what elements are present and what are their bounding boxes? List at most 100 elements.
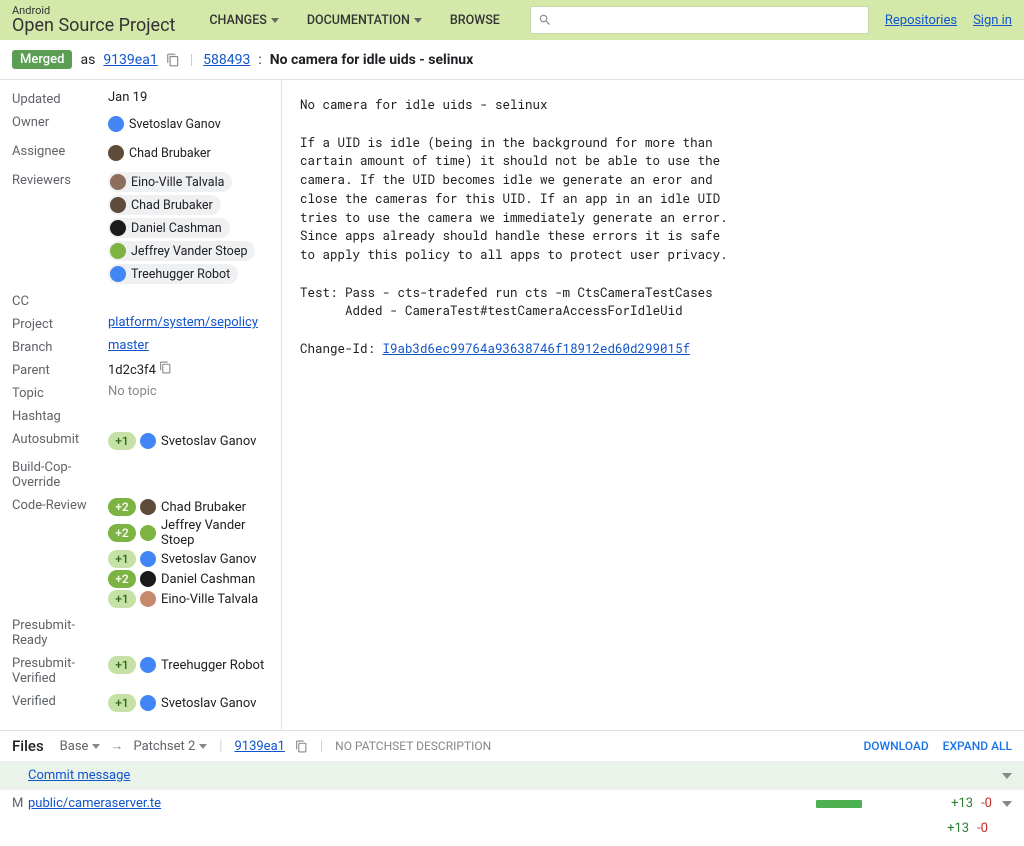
avatar — [140, 551, 156, 567]
reviewer-chip[interactable]: Eino-Ville Talvala — [108, 172, 232, 192]
reviewer-chip[interactable]: Chad Brubaker — [108, 195, 221, 215]
avatar — [108, 116, 124, 132]
commit-link[interactable]: 9139ea1 — [103, 52, 157, 68]
reviewer-chip[interactable]: Treehugger Robot — [108, 264, 238, 284]
commit-message-row[interactable]: Commit message — [0, 761, 1024, 789]
tab-changes[interactable]: CHANGES — [195, 5, 292, 36]
diff-bar — [816, 800, 862, 808]
avatar — [140, 695, 156, 711]
reviewer-chip[interactable]: Daniel Cashman — [108, 218, 230, 238]
lines-removed: -0 — [981, 796, 992, 811]
copy-icon[interactable] — [159, 361, 172, 374]
vote-score: +2 — [108, 524, 136, 542]
search-icon — [538, 13, 552, 27]
avatar — [140, 591, 156, 607]
expand-icon[interactable] — [1002, 801, 1012, 807]
codereview-label: Code-Review — [12, 496, 108, 513]
logo-line2: Open Source Project — [12, 16, 175, 36]
avatar — [108, 145, 124, 161]
base-selector[interactable]: Base — [60, 739, 101, 754]
patchset-selector[interactable]: Patchset 2 — [133, 739, 207, 754]
assignee-chip[interactable]: Chad Brubaker — [108, 143, 219, 163]
avatar — [110, 197, 126, 213]
chevron-down-icon — [199, 744, 207, 749]
copy-icon[interactable] — [295, 740, 308, 753]
hashtag-label: Hashtag — [12, 407, 108, 424]
cc-label: CC — [12, 292, 108, 309]
file-status: M — [12, 796, 28, 811]
signin-link[interactable]: Sign in — [973, 13, 1012, 28]
copy-icon[interactable] — [166, 53, 180, 67]
parent-label: Parent — [12, 361, 108, 378]
avatar — [140, 657, 156, 673]
total-added: +13 — [947, 821, 969, 836]
file-row[interactable]: Mpublic/cameraserver.te +13 -0 — [0, 789, 1024, 817]
avatar — [110, 243, 126, 259]
vote-score: +2 — [108, 498, 136, 516]
buildcop-label: Build-Cop-Override — [12, 458, 108, 490]
total-removed: -0 — [977, 821, 988, 836]
voter-name: Jeffrey Vander Stoep — [161, 518, 269, 548]
avatar — [140, 433, 156, 449]
commit-message: No camera for idle uids - selinux If a U… — [300, 96, 1006, 359]
branch-label: Branch — [12, 338, 108, 355]
branch-link[interactable]: master — [108, 338, 149, 353]
lines-added: +13 — [951, 796, 973, 811]
commit-message-link[interactable]: Commit message — [28, 768, 130, 783]
presubmit-ready-label: Presubmit-Ready — [12, 616, 108, 648]
avatar — [140, 571, 156, 587]
change-number-link[interactable]: 588493 — [203, 52, 250, 68]
logo[interactable]: Android Open Source Project — [12, 5, 175, 36]
as-text: as — [80, 52, 95, 68]
status-badge: Merged — [12, 50, 72, 69]
file-path-link[interactable]: public/cameraserver.te — [28, 796, 161, 811]
parent-sha: 1d2c3f4 — [108, 363, 156, 378]
vote-score: +1 — [108, 656, 136, 674]
topic-label: Topic — [12, 384, 108, 401]
vote-score: +1 — [108, 550, 136, 568]
voter-name: Daniel Cashman — [161, 572, 255, 587]
chevron-down-icon — [271, 18, 279, 23]
arrow-right-icon: → — [110, 738, 123, 754]
presubmit-verified-label: Presubmit-Verified — [12, 654, 108, 686]
voter-name: Eino-Ville Talvala — [161, 592, 258, 607]
updated-label: Updated — [12, 90, 108, 107]
owner-chip[interactable]: Svetoslav Ganov — [108, 114, 229, 134]
search-input[interactable] — [530, 6, 869, 34]
autosubmit-label: Autosubmit — [12, 430, 108, 447]
logo-line1: Android — [12, 5, 175, 16]
voter-name: Chad Brubaker — [161, 500, 246, 515]
tab-documentation[interactable]: DOCUMENTATION — [293, 5, 436, 36]
chevron-down-icon — [414, 18, 422, 23]
owner-label: Owner — [12, 113, 108, 130]
voter-name: Svetoslav Ganov — [161, 434, 256, 449]
download-button[interactable]: DOWNLOAD — [863, 739, 928, 753]
repositories-link[interactable]: Repositories — [885, 13, 957, 28]
vote-score: +2 — [108, 570, 136, 588]
project-label: Project — [12, 315, 108, 332]
expand-all-button[interactable]: EXPAND ALL — [943, 739, 1012, 753]
tab-browse[interactable]: BROWSE — [436, 5, 514, 36]
reviewer-chip[interactable]: Jeffrey Vander Stoep — [108, 241, 255, 261]
avatar — [110, 220, 126, 236]
updated-value: Jan 19 — [108, 90, 269, 105]
chevron-down-icon — [92, 744, 100, 749]
patchset-link[interactable]: 9139ea1 — [234, 739, 285, 754]
avatar — [140, 499, 156, 515]
files-heading: Files — [12, 737, 44, 755]
change-title: No camera for idle uids - selinux — [270, 52, 474, 68]
vote-score: +1 — [108, 694, 136, 712]
verified-label: Verified — [12, 692, 108, 709]
avatar — [110, 174, 126, 190]
avatar — [140, 525, 156, 541]
no-patchset-desc: NO PATCHSET DESCRIPTION — [335, 739, 491, 753]
change-id-link[interactable]: I9ab3d6ec99764a93638746f18912ed60d299015… — [383, 341, 691, 357]
project-link[interactable]: platform/system/sepolicy — [108, 315, 258, 330]
vote-score: +1 — [108, 590, 136, 608]
expand-icon[interactable] — [1002, 773, 1012, 779]
voter-name: Svetoslav Ganov — [161, 696, 256, 711]
voter-name: Svetoslav Ganov — [161, 552, 256, 567]
assignee-label: Assignee — [12, 142, 108, 159]
voter-name: Treehugger Robot — [161, 658, 264, 673]
reviewers-label: Reviewers — [12, 171, 108, 188]
